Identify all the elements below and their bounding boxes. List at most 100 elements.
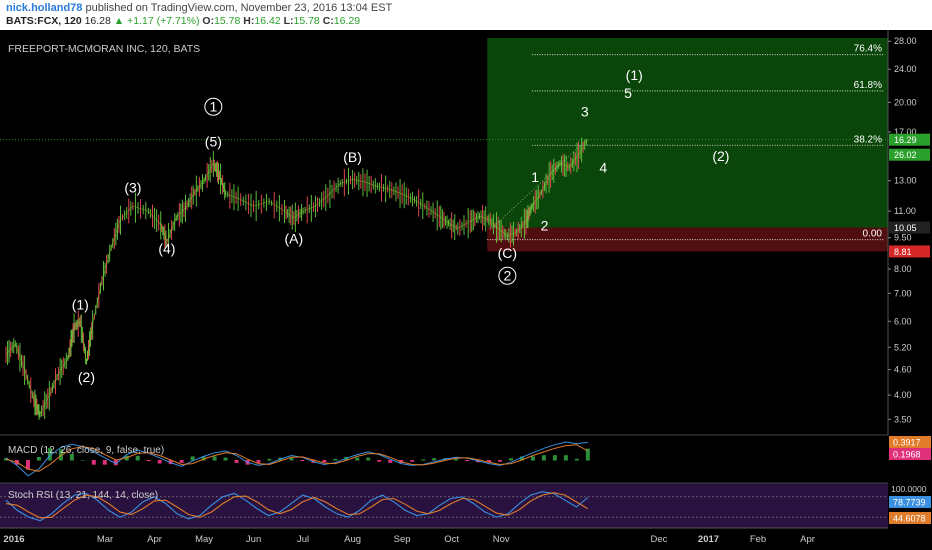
wave-label: 2	[503, 268, 511, 284]
wave-label: (2)	[78, 369, 95, 385]
x-axis-bg	[0, 528, 932, 550]
wave-label: (C)	[498, 245, 517, 261]
fib-label: 61.8%	[854, 80, 882, 91]
wave-label: 1	[531, 169, 539, 185]
wave-label: (5)	[205, 133, 222, 149]
macd-hist-bar	[355, 457, 360, 461]
macd-hist-bar	[223, 457, 228, 461]
fib-label: 38.2%	[854, 134, 882, 145]
chart-title: FREEPORT-MCMORAN INC, 120, BATS	[8, 43, 200, 55]
x-tick-label: Oct	[444, 534, 459, 545]
y-tick-label: 20.00	[894, 97, 917, 107]
publish-line: nick.holland78 published on TradingView.…	[6, 2, 392, 14]
macd-hist-bar	[267, 458, 272, 461]
indicator-badge-label: 0.3917	[893, 438, 921, 448]
macd-hist-bar	[212, 456, 217, 461]
price-badge-label: 8.81	[894, 247, 912, 257]
stoch-pane[interactable]: Stoch RSI (13, 21, 144, 14, close)	[0, 482, 888, 528]
wave-label: 5	[624, 85, 632, 101]
macd-hist-bar	[36, 457, 41, 461]
wave-label: 3	[581, 104, 589, 120]
y-tick-label: 13.00	[894, 176, 917, 186]
x-tick-label: Nov	[493, 534, 510, 545]
stoch-label: Stoch RSI (13, 21, 144, 14, close)	[8, 490, 158, 501]
chart-header: nick.holland78 published on TradingView.…	[0, 0, 932, 30]
macd-hist-bar	[508, 458, 513, 461]
macd-hist-bar	[465, 460, 470, 462]
indicator-badge-label: 44.6078	[893, 514, 926, 524]
macd-pane[interactable]: MACD (12, 26, close, 9, false, true)	[0, 434, 888, 483]
x-tick-label: Dec	[651, 534, 668, 545]
price-badge-label: 10.05	[894, 223, 917, 233]
price-change: ▲ +1.17 (+7.71%)	[113, 15, 200, 27]
macd-hist-bar	[377, 460, 382, 462]
y-tick-label: 7.00	[894, 288, 912, 298]
wave-label: (4)	[158, 241, 175, 257]
macd-hist-bar	[388, 460, 393, 463]
low-label: L:	[283, 15, 294, 27]
wave-label: (1)	[72, 297, 89, 313]
y-tick-label: 5.20	[894, 342, 912, 352]
macd-hist-bar	[421, 459, 426, 461]
wave-label: (1)	[626, 67, 643, 83]
fib-label: 0.00	[863, 229, 883, 240]
macd-hist-bar	[91, 460, 96, 465]
wave-label: (B)	[343, 149, 362, 165]
x-tick-label: Feb	[750, 534, 766, 545]
publish-info: published on TradingView.com, November 2…	[85, 2, 393, 14]
zone-target	[487, 38, 888, 228]
quote-line: BATS:FCX, 120 16.28 ▲ +1.17 (+7.71%) O:1…	[6, 15, 360, 27]
close-value: 16.29	[333, 15, 361, 27]
wave-label: (3)	[124, 179, 141, 195]
stoch-upper-value: 100.0000	[891, 484, 927, 494]
macd-hist-bar	[432, 458, 437, 461]
indicator-badge-label: 78.7739	[893, 498, 926, 508]
macd-hist-bar	[234, 460, 239, 463]
macd-hist-bar	[157, 460, 162, 464]
y-tick-label: 6.00	[894, 316, 912, 326]
chart-area[interactable]: 76.4% 61.8% 38.2% 0.00 (1) (2) (3) (4) (5) 1 (A) (…	[0, 30, 932, 550]
high-value: 16.42	[254, 15, 281, 27]
macd-hist-bar	[179, 460, 184, 463]
macd-hist-bar	[410, 460, 415, 462]
close-label: C:	[322, 15, 334, 27]
x-tick-label: Jul	[297, 534, 309, 545]
y-tick-label: 28.00	[894, 36, 917, 46]
x-tick-label: Apr	[147, 534, 162, 545]
macd-hist-bar	[497, 460, 502, 462]
x-tick-label: Sep	[394, 534, 411, 545]
indicator-badge-label: 0.1968	[893, 450, 921, 460]
macd-hist-bar	[530, 456, 535, 461]
last-price: 16.28	[84, 15, 111, 27]
macd-hist-bar	[333, 458, 338, 461]
y-tick-label: 3.50	[894, 414, 912, 424]
open-label: O:	[202, 15, 215, 27]
macd-hist-bar	[366, 457, 371, 461]
wave-label: 4	[599, 160, 607, 176]
macd-hist-bar	[80, 460, 85, 461]
wave-label: 2	[541, 217, 549, 233]
x-tick-label: 2016	[3, 534, 24, 545]
x-tick-label: Apr	[800, 534, 815, 545]
fib-label: 76.4%	[854, 44, 882, 55]
macd-hist-bar	[256, 460, 261, 463]
open-value: 15.78	[214, 15, 241, 27]
symbol-label: BATS:FCX, 120	[6, 15, 82, 27]
macd-hist-bar	[135, 455, 140, 461]
macd-hist-bar	[146, 460, 151, 462]
x-tick-label: Jun	[246, 534, 261, 545]
chart-svg[interactable]: 76.4% 61.8% 38.2% 0.00 (1) (2) (3) (4) (5) 1 (A) (…	[0, 30, 932, 550]
y-tick-label: 11.00	[894, 206, 916, 216]
y-tick-label: 4.00	[894, 390, 912, 400]
macd-hist-bar	[454, 458, 459, 461]
author-link[interactable]: nick.holland78	[6, 2, 82, 14]
macd-hist-bar	[552, 455, 557, 461]
macd-hist-bar	[541, 455, 546, 461]
wave-label: 1	[209, 99, 217, 115]
y-tick-label: 8.00	[894, 264, 912, 274]
y-tick-label: 4.60	[894, 365, 912, 375]
y-tick-label: 9.50	[894, 233, 912, 243]
high-label: H:	[243, 15, 255, 27]
macd-hist-bar	[102, 460, 107, 465]
x-tick-label: 2017	[698, 534, 719, 545]
